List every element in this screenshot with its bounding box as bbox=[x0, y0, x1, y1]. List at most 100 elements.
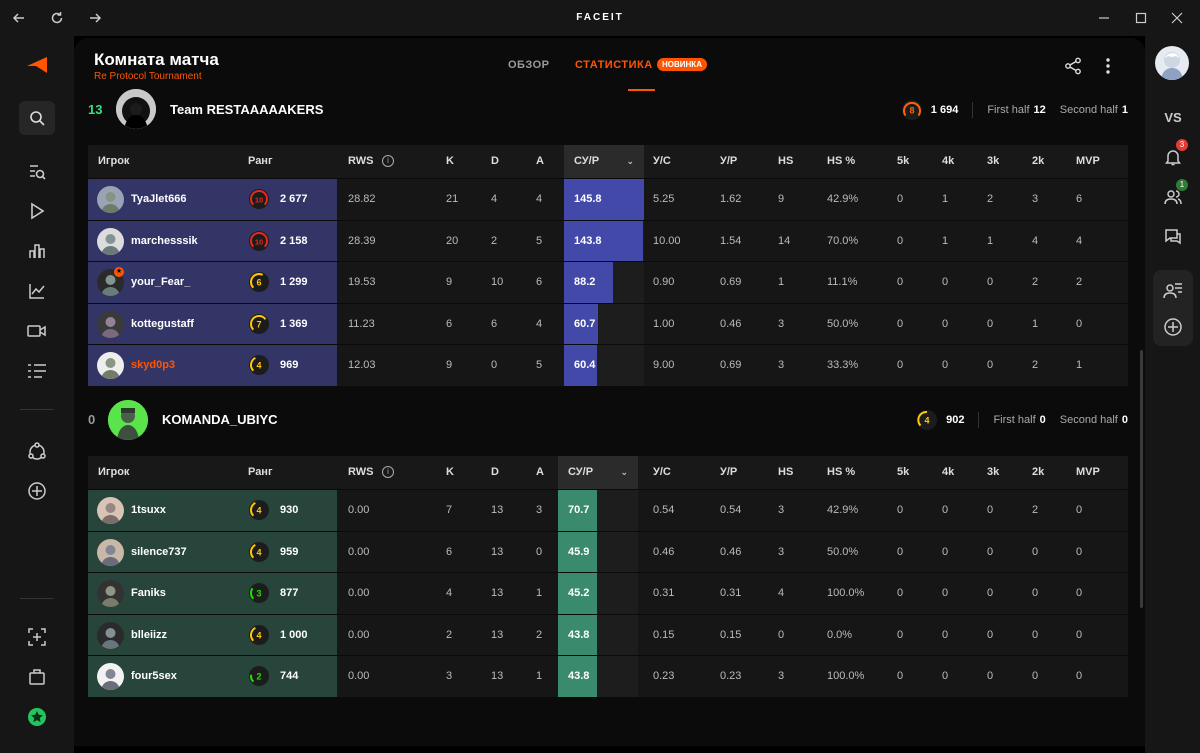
find-match-icon[interactable] bbox=[22, 157, 52, 187]
player-avatar[interactable] bbox=[97, 310, 124, 338]
vs-label[interactable]: VS bbox=[1158, 102, 1188, 132]
player-name[interactable]: kottegustaff bbox=[131, 318, 194, 330]
column-header-rws[interactable]: RWS bbox=[348, 145, 373, 178]
column-header-k[interactable]: K bbox=[446, 456, 454, 489]
column-header-a[interactable]: A bbox=[536, 145, 544, 178]
column-header-rank[interactable]: Ранг bbox=[248, 145, 273, 178]
player-avatar[interactable] bbox=[97, 538, 124, 566]
column-header-k4[interactable]: 4k bbox=[942, 456, 954, 489]
player-name[interactable]: Faniks bbox=[131, 587, 166, 599]
table-row[interactable]: 1tsuxx 4 930 0.00 7 13 3 0.54 0.54 3 42.9% 0 0 0 2 0 70.… bbox=[88, 489, 1128, 531]
table-row[interactable]: Faniks 3 877 0.00 4 13 1 0.31 0.31 4 100.0% 0 0 0 0 0 45… bbox=[88, 572, 1128, 614]
party-icon[interactable] bbox=[1158, 276, 1188, 306]
table-row[interactable]: four5sex 2 744 0.00 3 13 1 0.23 0.23 3 100.0% 0 0 0 0 0… bbox=[88, 655, 1128, 697]
tab-statistics[interactable]: СТАТИСТИКА bbox=[575, 59, 653, 71]
column-header-kd[interactable]: У/С bbox=[653, 456, 671, 489]
notifications-icon[interactable]: 3 bbox=[1158, 139, 1188, 172]
briefcase-icon[interactable] bbox=[22, 662, 52, 692]
column-header-rws[interactable]: RWS bbox=[348, 456, 373, 489]
faceit-logo-icon[interactable] bbox=[22, 50, 52, 80]
column-header-k5[interactable]: 5k bbox=[897, 145, 909, 178]
table-row[interactable]: kottegustaff 7 1 369 11.23 6 6 4 1.00 0.46 3 50.0%… bbox=[88, 302, 1128, 344]
premium-star-icon[interactable] bbox=[22, 702, 52, 732]
column-header-k[interactable]: K bbox=[446, 145, 454, 178]
column-header-mvp[interactable]: MVP bbox=[1076, 456, 1100, 489]
player-cell[interactable]: four5sex 2 744 bbox=[88, 656, 337, 697]
minimize-icon[interactable] bbox=[1092, 6, 1116, 30]
more-options-icon[interactable] bbox=[1097, 55, 1119, 77]
column-header-kr-sort[interactable]: СУ/Р ⌄ bbox=[564, 145, 644, 178]
player-avatar[interactable] bbox=[97, 227, 124, 255]
table-row[interactable]: ★ your_Fear_ 6 1 299 19.53 9 10 6 0.90 0.69 1 11.1%… bbox=[88, 261, 1128, 303]
add-party-icon[interactable] bbox=[1158, 312, 1188, 342]
column-header-hs-pct[interactable]: HS % bbox=[827, 456, 855, 489]
player-name[interactable]: 1tsuxx bbox=[131, 504, 166, 516]
column-header-d[interactable]: D bbox=[491, 456, 499, 489]
table-row[interactable]: TyaJlet666 10 2 677 28.82 21 4 4 5.25 1.62 9 42.9%… bbox=[88, 178, 1128, 220]
player-cell[interactable]: Faniks 3 877 bbox=[88, 573, 337, 614]
player-name[interactable]: blleiizz bbox=[131, 629, 167, 641]
tab-overview[interactable]: ОБЗОР bbox=[508, 59, 549, 71]
column-header-rank[interactable]: Ранг bbox=[248, 456, 273, 489]
scrollbar[interactable] bbox=[1140, 350, 1143, 608]
column-header-kpr[interactable]: У/Р bbox=[720, 456, 737, 489]
close-icon[interactable] bbox=[1165, 6, 1189, 30]
table-row[interactable]: skyd0p3 4 969 12.03 9 0 5 9.00 0.69 3 33.3% 0 0 0 2 1 60… bbox=[88, 344, 1128, 386]
player-cell[interactable]: silence737 4 959 bbox=[88, 531, 337, 572]
table-row[interactable]: marchesssik 10 2 158 28.39 20 2 5 10.00 1.54 14 70… bbox=[88, 219, 1128, 261]
column-header-mvp[interactable]: MVP bbox=[1076, 145, 1100, 178]
player-avatar[interactable] bbox=[97, 580, 124, 607]
column-header-a[interactable]: A bbox=[536, 456, 544, 489]
play-icon[interactable] bbox=[22, 196, 52, 226]
player-name[interactable]: four5sex bbox=[131, 670, 177, 682]
player-avatar[interactable] bbox=[97, 186, 124, 213]
user-avatar[interactable] bbox=[1155, 46, 1189, 80]
team-name[interactable]: Team RESTAAAAAKERS bbox=[170, 102, 323, 117]
clubs-icon[interactable] bbox=[22, 437, 52, 467]
player-cell[interactable]: marchesssik 10 2 158 bbox=[88, 220, 337, 261]
column-header-k5[interactable]: 5k bbox=[897, 456, 909, 489]
friends-icon[interactable]: 1 bbox=[1158, 179, 1188, 212]
stats-chart-icon[interactable] bbox=[22, 276, 52, 306]
column-header-hs[interactable]: HS bbox=[778, 145, 793, 178]
player-name[interactable]: TyaJlet666 bbox=[131, 193, 186, 205]
column-header-player[interactable]: Игрок bbox=[98, 145, 129, 178]
player-avatar[interactable] bbox=[97, 497, 124, 524]
info-icon[interactable]: i bbox=[382, 466, 394, 478]
player-cell[interactable]: ★ your_Fear_ 6 1 299 bbox=[88, 262, 337, 303]
column-header-k2[interactable]: 2k bbox=[1032, 456, 1044, 489]
leaderboard-icon[interactable] bbox=[22, 236, 52, 266]
column-header-kpr[interactable]: У/Р bbox=[720, 145, 737, 178]
player-avatar[interactable] bbox=[97, 663, 124, 690]
column-header-k3[interactable]: 3k bbox=[987, 145, 999, 178]
player-avatar[interactable] bbox=[97, 621, 124, 649]
player-cell[interactable]: kottegustaff 7 1 369 bbox=[88, 303, 337, 344]
table-row[interactable]: blleiizz 4 1 000 0.00 2 13 2 0.15 0.15 0 0.0% 0 0 0 0 0… bbox=[88, 613, 1128, 655]
player-name[interactable]: marchesssik bbox=[131, 235, 198, 247]
player-cell[interactable]: TyaJlet666 10 2 677 bbox=[88, 179, 337, 220]
player-avatar[interactable] bbox=[97, 352, 124, 379]
table-row[interactable]: silence737 4 959 0.00 6 13 0 0.46 0.46 3 50.0% 0 0 0 0… bbox=[88, 530, 1128, 572]
share-icon[interactable] bbox=[1062, 55, 1084, 77]
chat-icon[interactable] bbox=[1158, 222, 1188, 252]
maximize-icon[interactable] bbox=[1129, 6, 1153, 30]
column-header-k4[interactable]: 4k bbox=[942, 145, 954, 178]
column-header-k3[interactable]: 3k bbox=[987, 456, 999, 489]
tournament-link[interactable]: Re Protocol Tournament bbox=[94, 71, 202, 82]
column-header-kd[interactable]: У/С bbox=[653, 145, 671, 178]
team-avatar[interactable] bbox=[108, 400, 148, 440]
column-header-kr-sort[interactable]: СУ/Р ⌄ bbox=[558, 456, 638, 489]
player-cell[interactable]: blleiizz 4 1 000 bbox=[88, 614, 337, 655]
player-name[interactable]: your_Fear_ bbox=[131, 276, 190, 288]
player-cell[interactable]: skyd0p3 4 969 bbox=[88, 345, 337, 386]
player-cell[interactable]: 1tsuxx 4 930 bbox=[88, 490, 337, 531]
team-avatar[interactable] bbox=[116, 89, 156, 129]
column-header-hs[interactable]: HS bbox=[778, 456, 793, 489]
player-name[interactable]: skyd0p3 bbox=[131, 359, 175, 371]
add-circle-icon[interactable] bbox=[22, 476, 52, 506]
column-header-d[interactable]: D bbox=[491, 145, 499, 178]
video-icon[interactable] bbox=[22, 316, 52, 346]
search-button[interactable] bbox=[19, 101, 55, 135]
list-icon[interactable] bbox=[22, 356, 52, 386]
info-icon[interactable]: i bbox=[382, 155, 394, 167]
